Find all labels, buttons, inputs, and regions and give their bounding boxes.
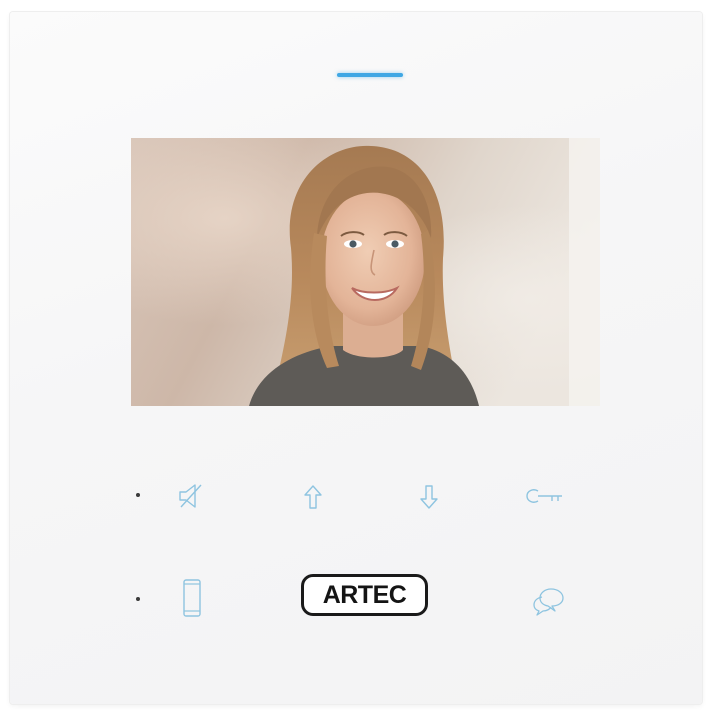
status-led-indicator (337, 73, 403, 77)
mute-button[interactable] (176, 480, 208, 512)
up-button[interactable] (298, 482, 328, 512)
artec-logo: ARTEC (301, 574, 428, 616)
speaker-muted-icon (179, 484, 202, 508)
arrow-down-icon (420, 485, 438, 509)
intercom-device-view: ARTEC (0, 0, 713, 714)
key-icon (526, 489, 562, 503)
door-release-button[interactable] (523, 482, 567, 510)
arrow-up-icon (304, 485, 322, 509)
visitor-video-feed (131, 138, 600, 406)
mobile-phone-icon (183, 579, 201, 617)
indicator-dot-row2 (136, 597, 140, 601)
indicator-dot-row1 (136, 493, 140, 497)
video-screen (131, 138, 600, 406)
handset-button[interactable] (178, 578, 206, 618)
intercom-button[interactable] (530, 584, 568, 618)
brand-logo-text: ARTEC (322, 580, 407, 609)
down-button[interactable] (414, 482, 444, 512)
chat-bubbles-icon (533, 588, 564, 616)
